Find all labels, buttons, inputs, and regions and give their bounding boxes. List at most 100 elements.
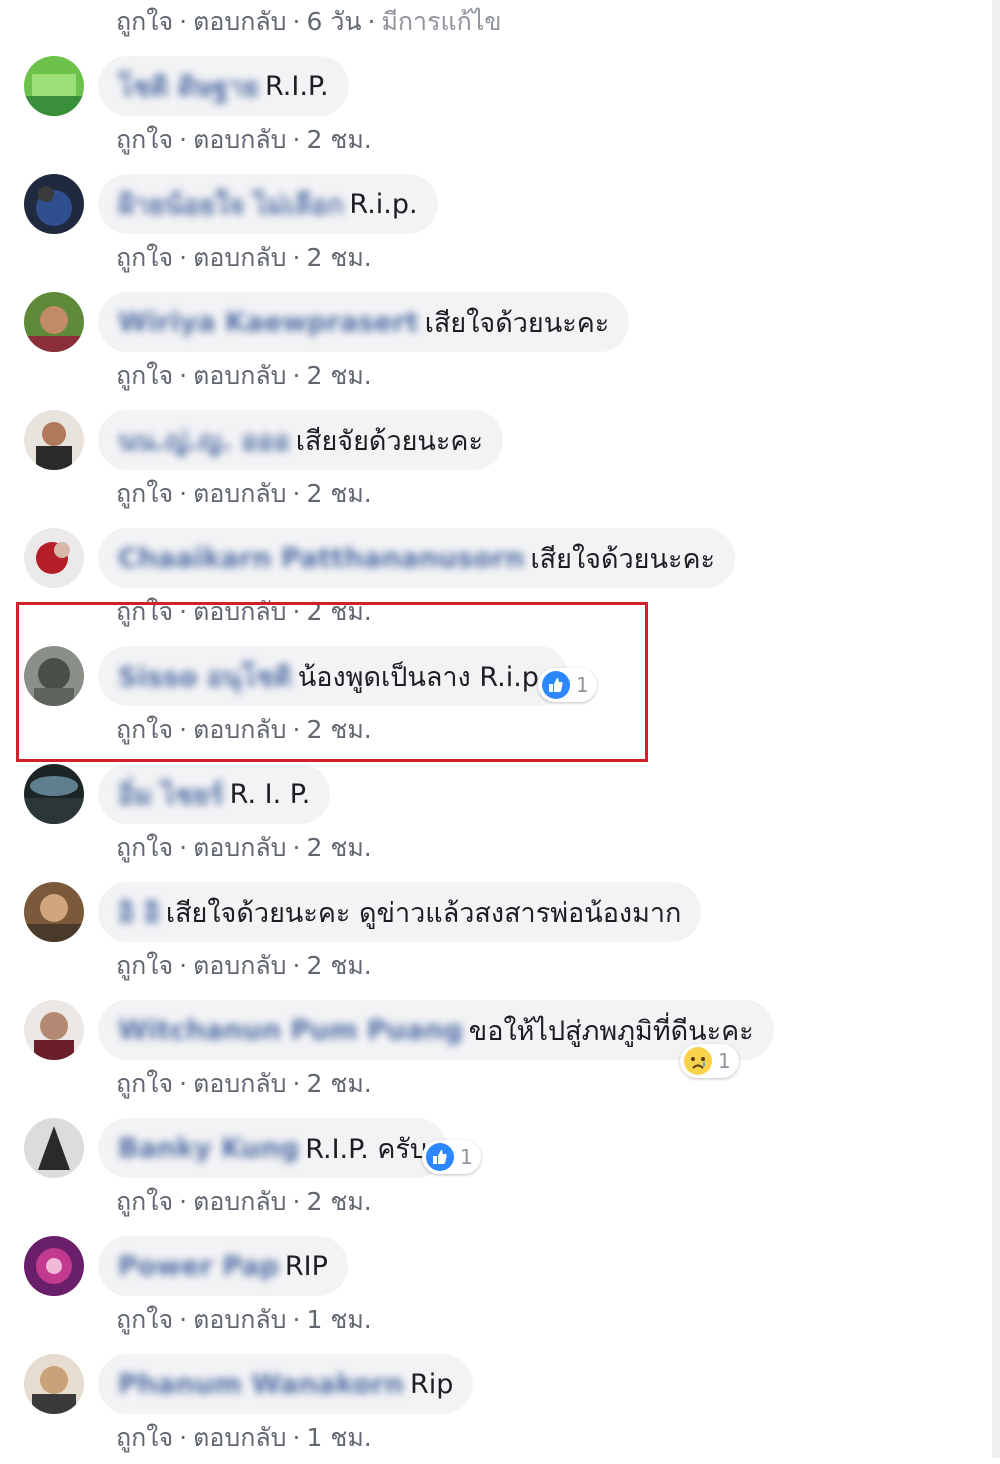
comment-actions: ถูกใจ · ตอบกลับ · 2 ชม. <box>116 120 372 160</box>
separator-dot: · <box>292 833 301 862</box>
comment-author[interactable]: อิ อิ <box>118 891 160 934</box>
avatar-image <box>24 1236 84 1296</box>
comment-bubble: Power Pap RIP <box>98 1236 348 1296</box>
like-link[interactable]: ถูกใจ <box>116 1069 173 1098</box>
avatar-image <box>24 764 84 824</box>
separator-dot: · <box>367 7 376 36</box>
separator-dot: · <box>292 1187 301 1216</box>
reply-link[interactable]: ตอบกลับ <box>193 1423 286 1452</box>
like-link[interactable]: ถูกใจ <box>116 7 173 36</box>
reply-link[interactable]: ตอบกลับ <box>193 7 286 36</box>
like-link[interactable]: ถูกใจ <box>116 125 173 154</box>
like-link[interactable]: ถูกใจ <box>116 1305 173 1334</box>
like-link[interactable]: ถูกใจ <box>116 951 173 980</box>
comment-text: เสียจัยด้วยนะคะ <box>295 425 483 457</box>
comment-author[interactable]: Wiriya Kaewprasert <box>118 307 419 338</box>
avatar[interactable] <box>24 882 84 942</box>
comment-bubble: Wiriya Kaewprasert เสียใจด้วยนะคะ <box>98 292 630 352</box>
comment-time[interactable]: 2 ชม. <box>307 479 372 508</box>
reaction-summary[interactable]: 1 <box>422 1140 481 1174</box>
avatar-image <box>24 882 84 942</box>
avatar[interactable] <box>24 528 84 588</box>
like-icon <box>426 1143 454 1171</box>
reply-link[interactable]: ตอบกลับ <box>193 833 286 862</box>
comment-time[interactable]: 2 ชม. <box>307 833 372 862</box>
comment-author[interactable]: Banky Kung <box>118 1133 299 1164</box>
comment-time[interactable]: 6 วัน <box>307 7 362 36</box>
reply-link[interactable]: ตอบกลับ <box>193 1187 286 1216</box>
comment-actions-top: ถูกใจ · ตอบกลับ · 6 วัน · มีการแก้ไข <box>116 2 501 42</box>
like-link[interactable]: ถูกใจ <box>116 479 173 508</box>
comment-author[interactable]: โชติ ดิษฐาย <box>118 65 259 108</box>
edited-label[interactable]: มีการแก้ไข <box>381 7 501 36</box>
reply-link[interactable]: ตอบกลับ <box>193 361 286 390</box>
like-link[interactable]: ถูกใจ <box>116 1187 173 1216</box>
sad-icon <box>684 1047 712 1075</box>
comment-author[interactable]: ฝ้ายน้อยใจ ไม่เลือก <box>118 183 343 226</box>
avatar[interactable] <box>24 1000 84 1060</box>
avatar[interactable] <box>24 292 84 352</box>
comment-bubble: Banky Kung R.I.P. ครับ <box>98 1118 448 1178</box>
comment-item: Banky Kung R.I.P. ครับ 1 ถูกใจ · ตอบกลับ · 2… <box>0 1118 1000 1228</box>
avatar-image <box>24 1118 84 1178</box>
avatar[interactable] <box>24 1354 84 1414</box>
comment-text: Rip <box>410 1368 454 1400</box>
separator-dot: · <box>292 1423 301 1452</box>
reply-link[interactable]: ตอบกลับ <box>193 951 286 980</box>
comment-time[interactable]: 2 ชม. <box>307 951 372 980</box>
comment-author[interactable]: Chaaikarn Patthananusorn <box>118 543 524 574</box>
separator-dot: · <box>179 479 188 508</box>
avatar[interactable] <box>24 174 84 234</box>
avatar[interactable] <box>24 764 84 824</box>
comment-time[interactable]: 2 ชม. <box>307 361 372 390</box>
like-link[interactable]: ถูกใจ <box>116 833 173 862</box>
comment-text: R.i.p. <box>349 188 418 220</box>
comment-text: R. I. P. <box>229 778 311 810</box>
comment-time[interactable]: 1 ชม. <box>307 1423 372 1452</box>
reaction-summary[interactable]: 1 <box>680 1044 739 1078</box>
avatar-image <box>24 1354 84 1414</box>
separator-dot: · <box>292 243 301 272</box>
reply-link[interactable]: ตอบกลับ <box>193 243 286 272</box>
separator-dot: · <box>292 479 301 508</box>
avatar[interactable] <box>24 410 84 470</box>
comment-time[interactable]: 1 ชม. <box>307 1305 372 1334</box>
comment-author[interactable]: Power Pap <box>118 1251 279 1282</box>
comment-actions: ถูกใจ · ตอบกลับ · 2 ชม. <box>116 1064 372 1104</box>
comment-actions: ถูกใจ · ตอบกลับ · 2 ชม. <box>116 356 372 396</box>
comment-author[interactable]: นน.ญ่.ญ. อออ <box>118 419 290 462</box>
comment-time[interactable]: 2 ชม. <box>307 125 372 154</box>
comment-actions: ถูกใจ · ตอบกลับ · 1 ชม. <box>116 1418 372 1458</box>
comment-bubble: Chaaikarn Patthananusorn เสียใจด้วยนะคะ <box>98 528 736 588</box>
like-link[interactable]: ถูกใจ <box>116 361 173 390</box>
reply-link[interactable]: ตอบกลับ <box>193 1305 286 1334</box>
separator-dot: · <box>179 243 188 272</box>
comment-time[interactable]: 2 ชม. <box>307 1187 372 1216</box>
comment-bubble: นน.ญ่.ญ. อออ เสียจัยด้วยนะคะ <box>98 410 503 470</box>
comment-author[interactable]: อิ่ม ไชยร์ <box>118 773 224 816</box>
reaction-count: 1 <box>718 1049 731 1073</box>
avatar-image <box>24 528 84 588</box>
separator-dot: · <box>292 7 301 36</box>
like-link[interactable]: ถูกใจ <box>116 1423 173 1452</box>
comment-bubble: ฝ้ายน้อยใจ ไม่เลือก R.i.p. <box>98 174 438 234</box>
comment-time[interactable]: 2 ชม. <box>307 243 372 272</box>
avatar[interactable] <box>24 1118 84 1178</box>
comment-author[interactable]: Witchanun Pum Puang <box>118 1015 463 1046</box>
comment-time[interactable]: 2 ชม. <box>307 1069 372 1098</box>
avatar[interactable] <box>24 56 84 116</box>
reply-link[interactable]: ตอบกลับ <box>193 1069 286 1098</box>
reply-link[interactable]: ตอบกลับ <box>193 479 286 508</box>
comment-item: โชติ ดิษฐาย R.I.P. ถูกใจ · ตอบกลับ · 2 ชม. <box>0 56 1000 166</box>
avatar[interactable] <box>24 1236 84 1296</box>
comment-text: R.I.P. <box>264 70 329 102</box>
like-link[interactable]: ถูกใจ <box>116 243 173 272</box>
comment-item: อิ่ม ไชยร์ R. I. P. ถูกใจ · ตอบกลับ · 2 ชม. <box>0 764 1000 874</box>
reply-link[interactable]: ตอบกลับ <box>193 125 286 154</box>
avatar-image <box>24 1000 84 1060</box>
comment-text: RIP <box>284 1250 328 1282</box>
comment-author[interactable]: Phanum Wanakorn <box>118 1369 404 1400</box>
comment-item: ฝ้ายน้อยใจ ไม่เลือก R.i.p. ถูกใจ · ตอบกลับ… <box>0 174 1000 284</box>
avatar-image <box>24 56 84 116</box>
separator-dot: · <box>292 125 301 154</box>
